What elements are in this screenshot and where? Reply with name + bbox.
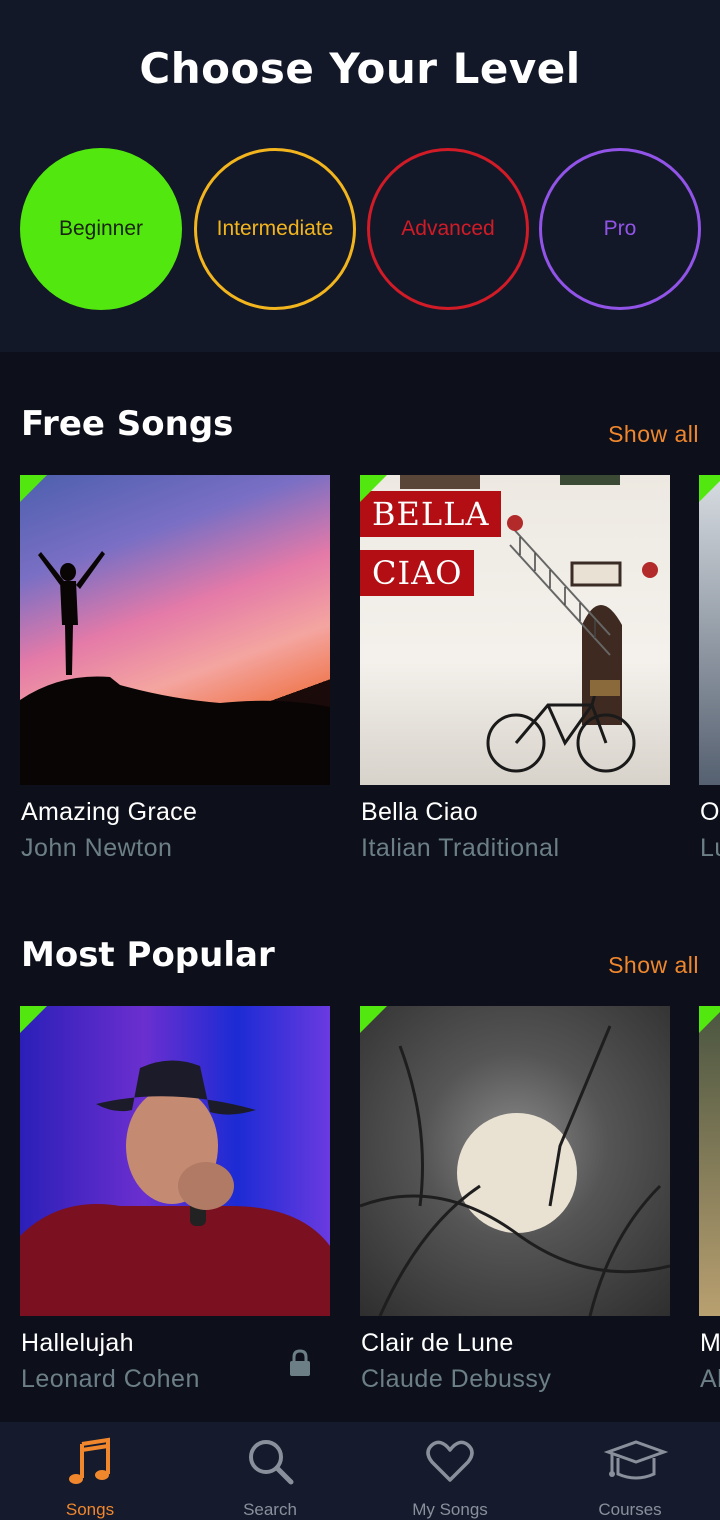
level-label: Intermediate (216, 217, 334, 240)
song-title[interactable]: Clair de Lune (361, 1329, 514, 1358)
free-songs-show-all-link[interactable]: Show all (608, 421, 699, 448)
level-label: Beginner (58, 217, 144, 240)
song-cover-amazing-grace[interactable] (20, 475, 330, 785)
page-title: Choose Your Level (139, 44, 581, 93)
nav-label: Songs (65, 1500, 115, 1519)
singer-image (20, 1060, 330, 1316)
song-artist: John Newton (21, 834, 173, 862)
song-title[interactable]: M (700, 1329, 720, 1358)
song-title[interactable]: Od (700, 798, 720, 827)
cover-text: CIAO (360, 550, 475, 596)
song-cover-clair-de-lune[interactable] (360, 1006, 670, 1316)
level-advanced-button[interactable]: Advanced (367, 148, 529, 310)
song-title[interactable]: Bella Ciao (361, 798, 478, 827)
music-note-icon (69, 1437, 110, 1484)
nav-my-songs-tab[interactable]: My Songs (360, 1422, 540, 1520)
nav-label: Courses (598, 1500, 662, 1519)
song-cover-partial[interactable] (699, 475, 720, 785)
bottom-navigation: Songs Search My Songs Courses (0, 1422, 720, 1520)
level-label: Pro (603, 217, 637, 240)
nav-songs-tab[interactable]: Songs (0, 1422, 180, 1520)
heart-icon (426, 1440, 474, 1482)
song-title[interactable]: Hallelujah (21, 1329, 134, 1358)
lock-icon (290, 1349, 310, 1376)
graduation-cap-icon (604, 1440, 668, 1480)
level-intermediate-button[interactable]: Intermediate (194, 148, 356, 310)
free-badge (20, 475, 47, 502)
level-label: Advanced (401, 217, 495, 240)
level-beginner-button[interactable]: Beginner (20, 148, 182, 310)
song-cover-bella-ciao[interactable]: BELLA CIAO (360, 475, 670, 785)
free-songs-heading: Free Songs (21, 404, 234, 444)
silhouette-image (20, 551, 330, 785)
song-artist: Claude Debussy (361, 1365, 552, 1393)
song-artist: Lu (700, 834, 720, 862)
moon-image (360, 1025, 670, 1316)
level-section: Choose Your Level Beginner Intermediate … (0, 0, 720, 352)
nav-search-tab[interactable]: Search (180, 1422, 360, 1520)
most-popular-show-all-link[interactable]: Show all (608, 952, 699, 979)
song-title[interactable]: Amazing Grace (21, 798, 197, 827)
song-cover-hallelujah[interactable] (20, 1006, 330, 1316)
nav-label: Search (243, 1500, 297, 1519)
song-artist: Italian Traditional (361, 834, 560, 862)
song-artist: Al (700, 1365, 720, 1393)
free-badge (360, 475, 387, 502)
song-artist: Leonard Cohen (21, 1365, 200, 1393)
nav-label: My Songs (412, 1500, 488, 1519)
most-popular-heading: Most Popular (21, 935, 275, 975)
search-icon (249, 1440, 294, 1485)
nav-courses-tab[interactable]: Courses (540, 1422, 720, 1520)
free-badge (699, 1006, 720, 1033)
song-cover-partial[interactable] (699, 1006, 720, 1316)
level-pro-button[interactable]: Pro (539, 148, 701, 310)
free-badge (699, 475, 720, 502)
free-badge (20, 1006, 47, 1033)
free-badge (360, 1006, 387, 1033)
